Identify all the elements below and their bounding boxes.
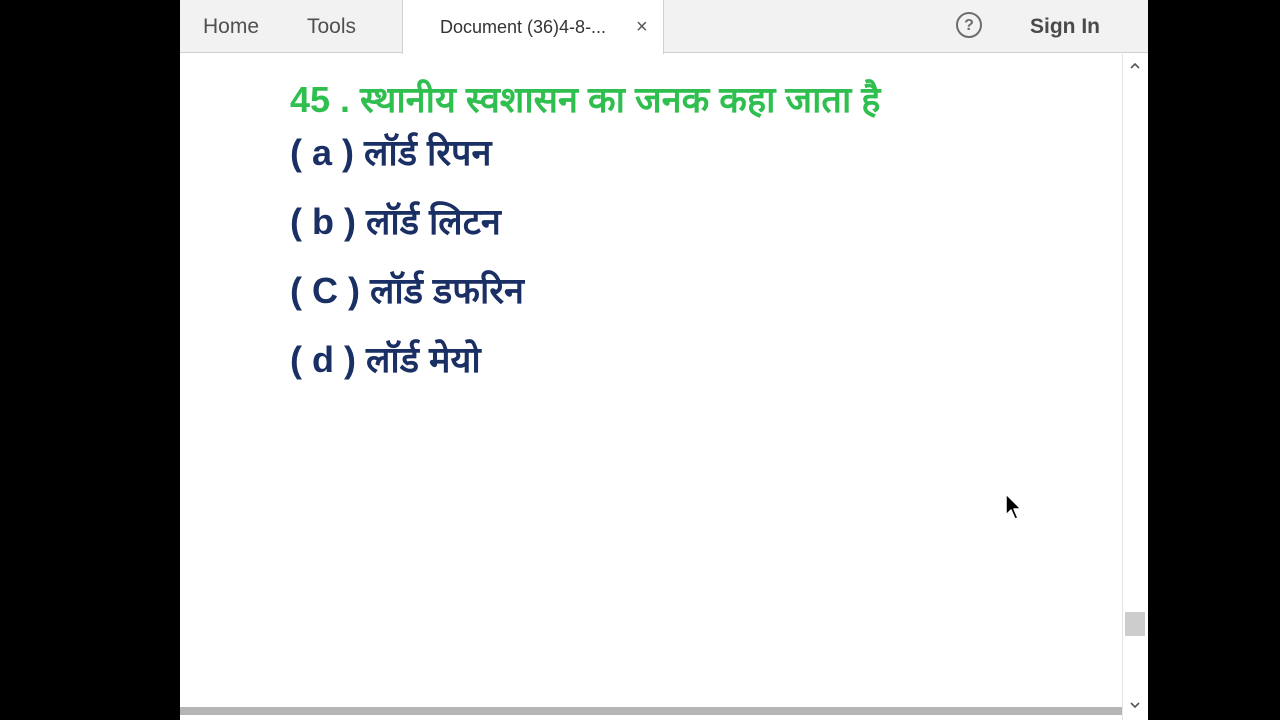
question-text: 45 . स्थानीय स्वशासन का जनक कहा जाता है bbox=[290, 79, 881, 120]
horizontal-scroll-thumb[interactable] bbox=[180, 707, 1122, 715]
mouse-pointer-icon bbox=[1005, 493, 1022, 520]
tools-tab[interactable]: Tools bbox=[307, 0, 356, 53]
option-c: ( C ) लॉर्ड डफरिन bbox=[290, 270, 525, 311]
vertical-scrollbar[interactable] bbox=[1122, 54, 1148, 720]
option-b: ( b ) लॉर्ड लिटन bbox=[290, 201, 501, 242]
option-a: ( a ) लॉर्ड रिपन bbox=[290, 132, 492, 173]
chevron-down-icon[interactable] bbox=[1129, 699, 1141, 711]
home-tab[interactable]: Home bbox=[203, 0, 259, 53]
top-tab-bar: Home Tools Document (36)4-8-... × ? Sign… bbox=[180, 0, 1148, 54]
scroll-thumb[interactable] bbox=[1125, 612, 1145, 636]
document-tab[interactable]: Document (36)4-8-... × bbox=[402, 0, 664, 54]
options-list: ( a ) लॉर्ड रिपन ( b ) लॉर्ड लिटन ( C ) … bbox=[290, 130, 524, 406]
option-d: ( d ) लॉर्ड मेयो bbox=[290, 339, 481, 380]
document-page: 45 . स्थानीय स्वशासन का जनक कहा जाता है … bbox=[180, 54, 1122, 706]
chevron-up-icon[interactable] bbox=[1129, 60, 1141, 72]
close-icon[interactable]: × bbox=[636, 0, 648, 54]
pdf-viewer-window: Home Tools Document (36)4-8-... × ? Sign… bbox=[180, 0, 1148, 720]
document-tab-title: Document (36)4-8-... bbox=[440, 17, 607, 37]
horizontal-scrollbar[interactable] bbox=[180, 706, 1122, 720]
sign-in-button[interactable]: Sign In bbox=[1030, 0, 1100, 54]
help-circle-icon[interactable]: ? bbox=[956, 12, 982, 38]
